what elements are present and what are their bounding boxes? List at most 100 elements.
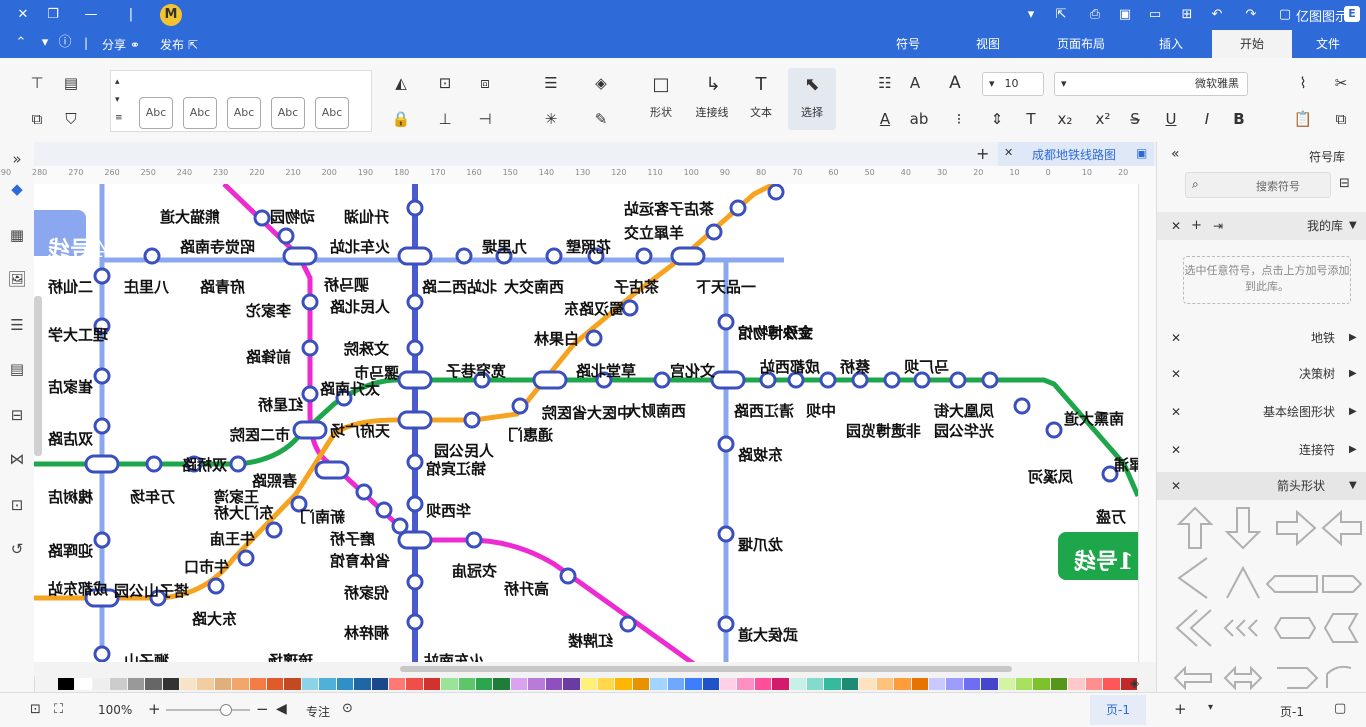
history-icon[interactable]: ↺ bbox=[6, 538, 28, 560]
color-swatch[interactable] bbox=[824, 678, 841, 690]
lock-icon[interactable]: 🔒 bbox=[390, 108, 412, 130]
distribute-icon[interactable]: ⊥ bbox=[434, 108, 456, 130]
library-metro[interactable]: ✕ 地铁 ▶ bbox=[1157, 324, 1366, 352]
collapse-icon[interactable]: ⌃ bbox=[12, 34, 30, 52]
library-menu-icon[interactable]: ⊟ bbox=[1339, 176, 1350, 191]
bullet-list-icon[interactable]: ☷ bbox=[874, 72, 896, 94]
notes-icon[interactable]: ▤ bbox=[6, 358, 28, 380]
color-swatch[interactable] bbox=[458, 678, 476, 690]
color-swatch[interactable] bbox=[319, 678, 336, 690]
color-swatch[interactable] bbox=[110, 678, 127, 690]
slide-icon[interactable]: ⊡ bbox=[6, 494, 28, 516]
collapse-panel-icon[interactable]: « bbox=[1171, 146, 1180, 162]
color-swatch[interactable] bbox=[545, 678, 563, 690]
color-swatch[interactable] bbox=[354, 678, 371, 690]
fill-color-icon[interactable]: ◈ bbox=[590, 72, 612, 94]
zoom-out-button[interactable]: − bbox=[256, 700, 269, 718]
font-size-select[interactable]: ▾ 10 bbox=[982, 72, 1044, 96]
color-swatch[interactable] bbox=[807, 678, 824, 690]
search-box[interactable]: ⌕ 搜索符号 bbox=[1185, 172, 1331, 198]
fill-icon[interactable]: ◈ bbox=[1130, 676, 1139, 690]
mindmap-icon[interactable]: ⋈ bbox=[6, 448, 28, 470]
export-icon[interactable]: ⇱ bbox=[1052, 6, 1070, 24]
library-basic-shapes[interactable]: ✕ 基本绘图形状 ▶ bbox=[1157, 398, 1366, 426]
underline-icon[interactable]: U bbox=[1160, 108, 1182, 130]
color-swatch[interactable] bbox=[1085, 678, 1103, 690]
scroll-thumb[interactable] bbox=[400, 666, 1012, 672]
fullscreen-icon[interactable]: ⛶ bbox=[54, 702, 63, 717]
document-tab[interactable]: ✕ 成都地铁线路图 ▣ bbox=[998, 142, 1154, 166]
color-swatch[interactable] bbox=[406, 678, 423, 690]
color-swatch[interactable] bbox=[301, 678, 319, 690]
brush-icon[interactable]: ⌇ bbox=[1292, 72, 1314, 94]
gallery-up-icon[interactable]: ▴ bbox=[115, 77, 120, 87]
line-spacing-icon[interactable]: ⇕ bbox=[986, 108, 1008, 130]
color-swatch[interactable] bbox=[441, 678, 458, 690]
play-icon[interactable]: ◀ bbox=[276, 701, 287, 717]
color-swatch[interactable] bbox=[580, 678, 597, 690]
color-swatch[interactable] bbox=[702, 678, 719, 690]
rotate-icon[interactable]: ⊣ bbox=[474, 108, 496, 130]
color-swatch[interactable] bbox=[876, 678, 894, 690]
library-arrows[interactable]: ✕ 箭头形状 ▼ bbox=[1157, 472, 1366, 500]
color-swatch[interactable] bbox=[423, 678, 441, 690]
italic-icon[interactable]: I bbox=[1196, 108, 1218, 130]
color-swatch[interactable] bbox=[650, 678, 667, 690]
color-swatch[interactable] bbox=[685, 678, 702, 690]
text-icon[interactable]: T bbox=[750, 74, 772, 96]
zoom-in-button[interactable]: + bbox=[148, 700, 161, 718]
color-swatch[interactable] bbox=[894, 678, 911, 690]
shape-icon[interactable]: □ bbox=[650, 74, 672, 96]
connector-icon[interactable]: ↳ bbox=[702, 74, 724, 96]
redo-icon[interactable]: ↷ bbox=[1242, 6, 1260, 24]
print-icon[interactable]: ⎙ bbox=[1086, 6, 1104, 24]
highlight-icon[interactable]: ab bbox=[908, 108, 930, 130]
color-swatch[interactable] bbox=[667, 678, 685, 690]
close-icon[interactable]: ✕ bbox=[1171, 472, 1181, 500]
undo-icon[interactable]: ↶ bbox=[1208, 6, 1226, 24]
color-swatch[interactable] bbox=[371, 678, 388, 690]
zoom-slider[interactable] bbox=[166, 704, 250, 716]
subscript-icon[interactable]: x₂ bbox=[1054, 108, 1076, 130]
tab-home[interactable]: 开始 bbox=[1212, 30, 1292, 58]
color-swatch[interactable] bbox=[75, 678, 92, 690]
color-swatch[interactable] bbox=[162, 678, 179, 690]
add-icon[interactable]: ⊞ bbox=[1178, 6, 1196, 24]
shadow-icon[interactable]: ✳ bbox=[540, 108, 562, 130]
color-swatch[interactable] bbox=[737, 678, 754, 690]
color-swatch[interactable] bbox=[615, 678, 632, 690]
gallery-more-icon[interactable]: ≡ bbox=[115, 113, 123, 123]
library-decision-tree[interactable]: ✕ 决策树 ▶ bbox=[1157, 360, 1366, 388]
publish-button[interactable]: 发布 ⇱ bbox=[160, 36, 198, 53]
dropdown-icon[interactable]: ▾ bbox=[1022, 6, 1040, 24]
fill-icon[interactable]: ⛉ bbox=[60, 108, 82, 130]
grid-icon[interactable]: ▦ bbox=[6, 224, 28, 246]
color-swatch[interactable] bbox=[1033, 678, 1050, 690]
vertical-scrollbar[interactable] bbox=[34, 296, 42, 456]
color-swatch[interactable] bbox=[214, 678, 232, 690]
font-grow-icon[interactable]: A bbox=[944, 72, 966, 94]
style-preset[interactable]: Abc bbox=[315, 97, 349, 129]
style-preset[interactable]: Abc bbox=[183, 97, 217, 129]
add-icon[interactable]: + bbox=[1191, 212, 1202, 240]
tab-page-layout[interactable]: 页面布局 bbox=[1046, 30, 1116, 58]
close-icon[interactable]: ✕ bbox=[1171, 360, 1181, 388]
page-menu-icon[interactable]: ▾ bbox=[1208, 702, 1213, 713]
color-swatch[interactable] bbox=[284, 678, 301, 690]
fit-page-icon[interactable]: ⊡ bbox=[30, 702, 41, 717]
color-swatch[interactable] bbox=[859, 678, 876, 690]
font-family-select[interactable]: ▾ 微软雅黑 bbox=[1054, 72, 1248, 96]
copy-icon[interactable]: ⧉ bbox=[1330, 108, 1352, 130]
new-icon[interactable]: ▢ bbox=[1276, 6, 1294, 24]
line-color-icon[interactable]: ✎ bbox=[590, 108, 612, 130]
text-format-icon[interactable]: T bbox=[1020, 108, 1042, 130]
strikethrough-icon[interactable]: S̶ bbox=[1124, 108, 1146, 130]
list-icon[interactable]: ⁝ bbox=[948, 108, 970, 130]
bold-icon[interactable]: B bbox=[1228, 108, 1250, 130]
color-swatch[interactable] bbox=[1050, 678, 1068, 690]
color-swatch[interactable] bbox=[267, 678, 284, 690]
present-icon[interactable]: ⊟ bbox=[6, 404, 28, 426]
select-tool[interactable]: ⬉ 选择 bbox=[788, 68, 836, 130]
page-tab-active[interactable]: 页-1 bbox=[1090, 695, 1146, 725]
library-connectors[interactable]: ✕ 连接符 ▶ bbox=[1157, 436, 1366, 464]
